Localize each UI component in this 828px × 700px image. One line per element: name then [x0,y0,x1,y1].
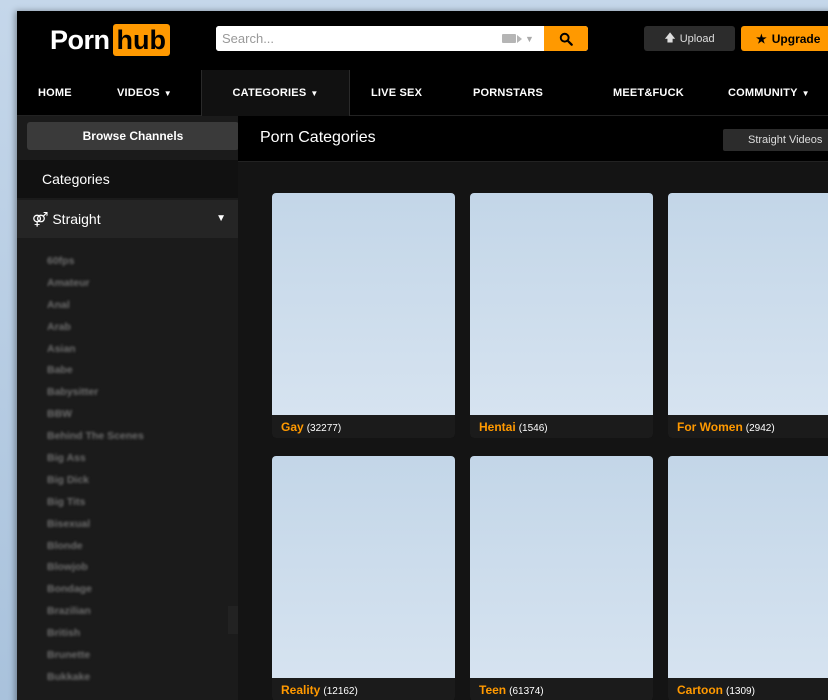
sidebar-category-item[interactable]: Bondage [47,579,144,601]
sidebar-category-item[interactable]: British [47,623,144,645]
category-card[interactable]: Gay (32277) [272,193,455,438]
category-count: (12162) [323,686,358,697]
chevron-down-icon: ▼ [801,89,810,98]
sidebar: Browse Channels Categories ⚤ Straight ▼ … [17,116,239,700]
video-filter-dropdown[interactable]: ▼ [492,26,544,51]
sidebar-category-item[interactable]: Blowjob [47,557,144,579]
upgrade-label: Upgrade [771,31,821,46]
search-input[interactable] [216,26,492,51]
sidebar-category-item[interactable]: Amateur [47,273,144,295]
sidebar-category-item[interactable]: Bukkake [47,667,144,689]
sidebar-category-item[interactable]: Big Tits [47,492,144,514]
chevron-down-icon: ▼ [525,33,534,44]
browser-viewport: Porn hub ▼ 🡅 Upload ★ Upgrade [17,11,828,700]
sidebar-category-item[interactable]: Big Dick [47,470,144,492]
category-thumbnail[interactable] [272,193,455,415]
upload-arrow-icon: 🡅 [664,32,676,44]
nav-live-sex[interactable]: LIVE SEX [371,70,422,116]
category-card[interactable]: Teen (61374) [470,456,653,700]
category-thumbnail[interactable] [668,456,828,678]
camera-icon [502,34,517,43]
page-title: Porn Categories [260,129,376,146]
nav-home[interactable]: HOME [38,70,72,116]
sidebar-category-item[interactable]: 60fps [47,251,144,273]
star-icon: ★ [756,31,767,46]
search-bar: ▼ [216,26,588,51]
site-header: Porn hub ▼ 🡅 Upload ★ Upgrade [17,11,828,70]
sidebar-category-item[interactable]: Arab [47,317,144,339]
category-thumbnail[interactable] [470,193,653,415]
nav-community[interactable]: COMMUNITY ▼ [728,70,810,116]
sidebar-category-item[interactable]: Asian [47,339,144,361]
search-icon [559,32,573,46]
straight-videos-button[interactable]: Straight Videos [723,129,828,151]
sidebar-category-item[interactable]: Bisexual [47,514,144,536]
chevron-down-icon: ▼ [163,89,172,98]
site-logo[interactable]: Porn hub [50,24,170,56]
category-count: (61374) [509,686,544,697]
category-count: (1309) [726,686,755,697]
category-name: Cartoon [677,683,723,697]
category-thumbnail[interactable] [470,456,653,678]
scrollbar[interactable] [228,606,238,634]
orientation-label: Straight [52,211,101,227]
category-card[interactable]: Reality (12162) [272,456,455,700]
upload-button[interactable]: 🡅 Upload [644,26,735,51]
category-label[interactable]: Cartoon (1309) [668,678,828,700]
main-nav: HOME VIDEOS ▼ CATEGORIES ▼ LIVE SEX PORNST… [17,70,828,116]
category-name: For Women [677,420,743,434]
logo-text: Porn [50,24,110,55]
content-header: Porn Categories Straight Videos [238,116,828,162]
sidebar-category-item[interactable]: Babysitter [47,382,144,404]
category-card[interactable]: For Women (2942) [668,193,828,438]
category-card[interactable]: Cartoon (1309) [668,456,828,700]
category-name: Hentai [479,420,516,434]
sidebar-category-item[interactable]: Brazilian [47,601,144,623]
category-name: Gay [281,420,304,434]
category-count: (2942) [745,423,775,434]
sidebar-category-item[interactable]: Babe [47,360,144,382]
sidebar-heading: Categories [17,160,238,198]
sidebar-category-item[interactable]: Anal [47,295,144,317]
category-label[interactable]: Reality (12162) [272,678,455,700]
category-name: Reality [281,683,321,697]
category-label[interactable]: Gay (32277) [272,415,455,438]
nav-categories[interactable]: CATEGORIES ▼ [201,70,350,116]
sidebar-category-item[interactable]: Blonde [47,536,144,558]
category-count: (1546) [518,423,548,434]
straight-symbol-icon: ⚤ [32,211,49,227]
category-card[interactable]: Hentai (1546) [470,193,653,438]
category-label[interactable]: For Women (2942) [668,415,828,438]
sidebar-category-item[interactable]: Big Ass [47,448,144,470]
nav-videos[interactable]: VIDEOS ▼ [117,70,172,116]
category-name: Teen [479,683,507,697]
category-label[interactable]: Teen (61374) [470,678,653,700]
logo-badge: hub [112,24,170,56]
main-content: Porn Categories Straight Videos Gay (3227… [238,116,828,700]
sidebar-category-item[interactable]: BBW [47,404,144,426]
chevron-down-icon: ▼ [216,213,226,224]
nav-meet[interactable]: MEET&FUCK [613,70,684,116]
category-thumbnail[interactable] [272,456,455,678]
sidebar-category-item[interactable]: Brunette [47,645,144,667]
category-label[interactable]: Hentai (1546) [470,415,653,438]
category-count: (32277) [306,423,342,434]
nav-pornstars[interactable]: PORNSTARS [473,70,543,116]
browse-channels-button[interactable]: Browse Channels [27,122,239,150]
upgrade-button[interactable]: ★ Upgrade [741,26,828,51]
category-list: 60fps Amateur Anal Arab Asian Babe Babysitter B… [47,251,144,689]
orientation-dropdown[interactable]: ⚤ Straight ▼ [17,200,238,238]
sidebar-category-item[interactable]: Behind The Scenes [47,426,144,448]
search-button[interactable] [544,26,588,51]
chevron-down-icon: ▼ [310,89,319,98]
category-thumbnail[interactable] [668,193,828,415]
upload-label: Upload [679,32,715,45]
